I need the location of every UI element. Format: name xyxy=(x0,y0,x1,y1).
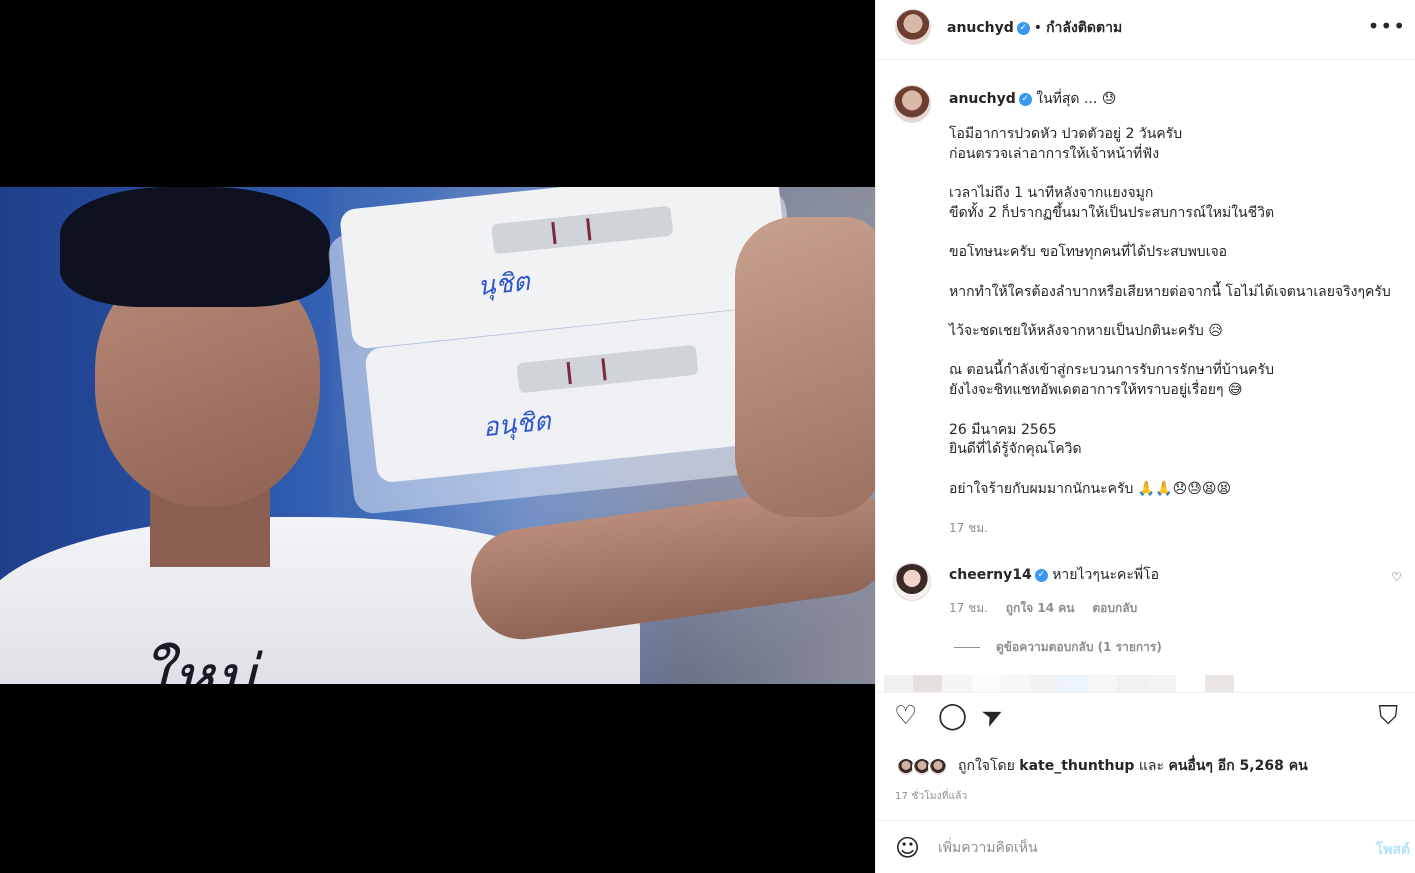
liker-username-link[interactable]: kate_thunthup xyxy=(1019,758,1134,774)
author-avatar[interactable] xyxy=(895,9,931,45)
post-timestamp[interactable]: 17 ชั่วโมงที่แล้ว xyxy=(895,789,967,804)
header-user: anuchyd ✓ • กำลังติดตาม xyxy=(947,17,1122,39)
photo-shirt-text: ใหม่ xyxy=(140,642,256,684)
like-heart-icon[interactable]: ♡ xyxy=(894,703,917,729)
post-photo[interactable]: ใหม่ นุชิต อนุชิต xyxy=(0,187,875,684)
photo-fingers xyxy=(735,217,875,517)
comment-input[interactable] xyxy=(938,836,1338,860)
instagram-post-view: ใหม่ นุชิต อนุชิต anuchyd ✓ • กำลังติดตา… xyxy=(0,0,1415,873)
commenter-avatar[interactable] xyxy=(893,563,931,601)
caption-username[interactable]: anuchyd xyxy=(949,91,1016,107)
comment-head: cheerny14 ✓ หายไวๆนะคะพี่โอ xyxy=(949,564,1159,586)
likes-summary: ถูกใจโดย kate_thunthup และ คนอื่นๆ อีก 5… xyxy=(958,755,1308,777)
verified-badge-icon: ✓ xyxy=(1016,21,1030,35)
caption-avatar[interactable] xyxy=(893,85,931,123)
post-sidebar: anuchyd ✓ • กำลังติดตาม ••• anuchyd ✓ ในที่ส… xyxy=(875,0,1415,873)
comment-like-count[interactable]: ถูกใจ 14 คน xyxy=(1006,601,1075,615)
save-bookmark-icon[interactable]: ⛉ xyxy=(1378,703,1398,729)
add-comment-bar: ☺ โพสต์ xyxy=(876,820,1415,873)
more-options-icon[interactable]: ••• xyxy=(1368,14,1406,38)
caption-title: ในที่สุด ... 😓 xyxy=(1036,91,1117,107)
test-window xyxy=(491,205,674,255)
commenter-username[interactable]: cheerny14 xyxy=(949,567,1032,583)
likes-prefix: ถูกใจโดย xyxy=(958,758,1015,774)
emoji-icon[interactable]: ☺ xyxy=(895,836,920,860)
likes-and: และ xyxy=(1138,758,1165,774)
blurred-comment-placeholder xyxy=(884,675,1235,692)
comment-timestamp[interactable]: 17 ชม. xyxy=(949,601,988,615)
replies-divider xyxy=(954,647,980,648)
comment-meta: 17 ชม. ถูกใจ 14 คน ตอบกลับ xyxy=(949,599,1151,618)
comment-text: หายไวๆนะคะพี่โอ xyxy=(1052,567,1160,583)
verified-badge-icon: ✓ xyxy=(1034,568,1048,582)
author-username[interactable]: anuchyd xyxy=(947,20,1014,36)
liker-avatar xyxy=(928,757,948,777)
test-kit-handwriting: นุชิต xyxy=(476,266,532,303)
comment-like-heart-icon[interactable]: ♡ xyxy=(1391,570,1402,584)
photo-hair xyxy=(60,187,330,307)
verified-badge-icon: ✓ xyxy=(1018,92,1032,106)
test-window xyxy=(516,344,699,394)
follow-status-button[interactable]: กำลังติดตาม xyxy=(1046,20,1122,36)
post-media[interactable]: ใหม่ นุชิต อนุชิต xyxy=(0,0,875,873)
comment-bubble-icon[interactable]: ◯ xyxy=(938,703,967,729)
view-replies-label: ดูข้อความตอบกลับ (1 รายการ) xyxy=(996,640,1162,654)
comments-section[interactable]: anuchyd ✓ ในที่สุด ... 😓 โอมีอาการปวดหัว … xyxy=(876,60,1415,692)
post-comment-button[interactable]: โพสต์ xyxy=(1376,839,1410,861)
post-actions: ♡ ◯ ➤ ⛉ xyxy=(876,692,1415,752)
caption-text: โอมีอาการปวดหัว ปวดตัวอยู่ 2 วันครับ ก่อ… xyxy=(949,126,1391,497)
separator-dot: • xyxy=(1033,20,1043,36)
caption-timestamp[interactable]: 17 ชม. xyxy=(949,519,988,538)
test-kit-handwriting: อนุชิต xyxy=(481,406,553,444)
likes-others-link[interactable]: คนอื่นๆ อีก 5,268 คน xyxy=(1168,758,1307,774)
view-replies-button[interactable]: ดูข้อความตอบกลับ (1 รายการ) xyxy=(954,638,1162,657)
comment-reply-button[interactable]: ตอบกลับ xyxy=(1092,601,1137,615)
caption-head: anuchyd ✓ ในที่สุด ... 😓 xyxy=(949,88,1116,110)
post-header: anuchyd ✓ • กำลังติดตาม ••• xyxy=(876,0,1415,60)
share-direct-icon[interactable]: ➤ xyxy=(977,698,1009,734)
